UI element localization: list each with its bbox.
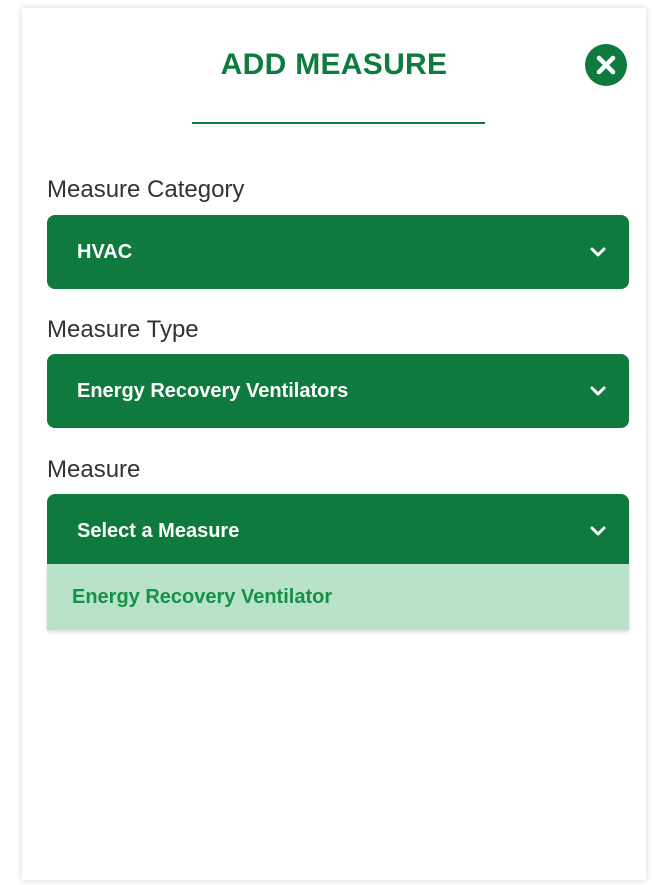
chevron-down-icon — [590, 247, 606, 257]
modal-title: ADD MEASURE — [220, 48, 448, 81]
measure-type-value: Energy Recovery Ventilators — [77, 380, 349, 402]
measure-label: Measure — [47, 456, 141, 483]
measure-placeholder: Select a Measure — [77, 520, 240, 542]
chevron-down-icon — [590, 526, 606, 536]
measure-select[interactable]: Select a Measure — [47, 494, 629, 568]
measure-category-label: Measure Category — [47, 176, 245, 203]
add-measure-modal: ADD MEASURE Measure Category HVAC Measur… — [22, 8, 646, 880]
measure-category-value: HVAC — [77, 241, 133, 263]
title-underline — [192, 122, 485, 124]
close-icon — [596, 55, 616, 75]
measure-type-label: Measure Type — [47, 316, 199, 343]
chevron-down-icon — [590, 386, 606, 396]
close-button[interactable] — [585, 44, 627, 86]
measure-category-select[interactable]: HVAC — [47, 215, 629, 289]
measure-type-select[interactable]: Energy Recovery Ventilators — [47, 354, 629, 428]
dropdown-option[interactable]: Energy Recovery Ventilator — [47, 564, 629, 630]
measure-dropdown-list: Energy Recovery Ventilator — [47, 564, 629, 630]
